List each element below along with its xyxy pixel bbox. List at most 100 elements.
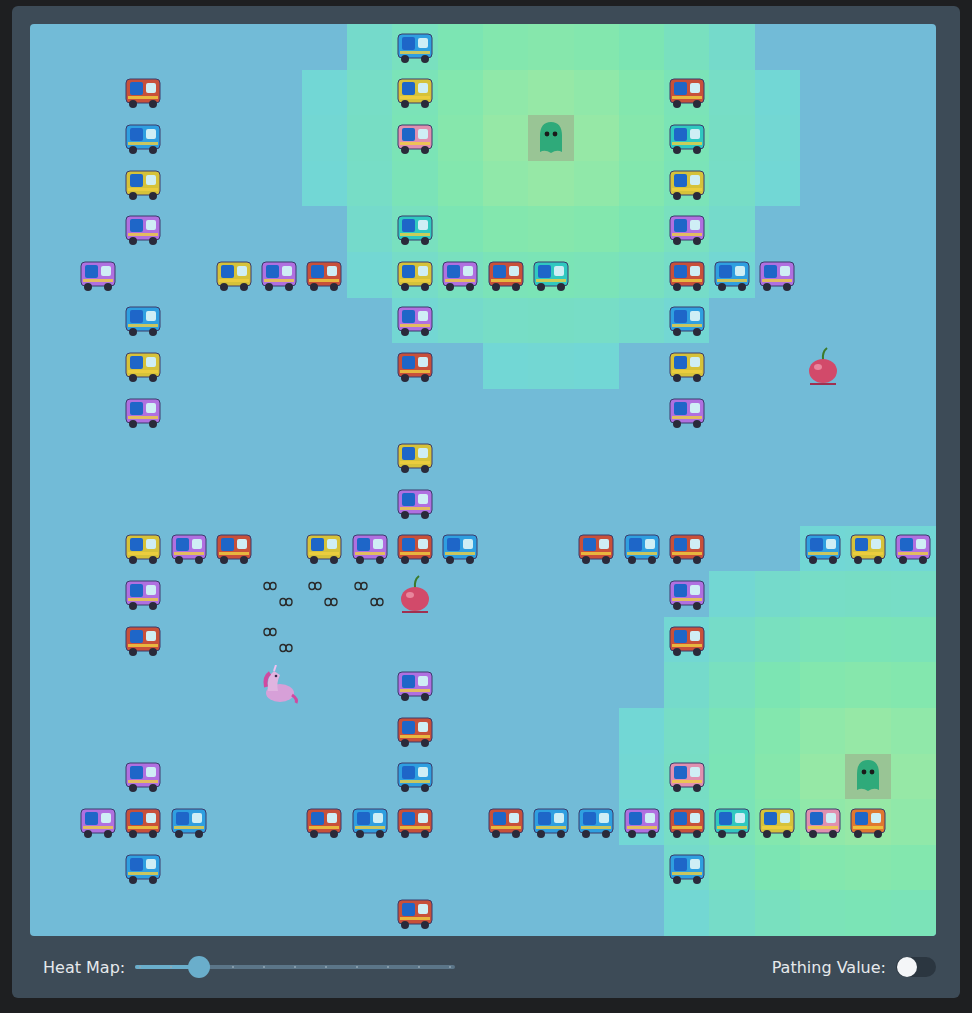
vehicle-icon [123,851,163,885]
unicorn-icon [258,665,300,705]
heat-cell [845,252,890,298]
vehicle-icon [667,851,707,885]
vehicle-icon [622,531,662,565]
heat-cell [619,252,664,298]
vehicle-icon [123,395,163,429]
vehicle-icon [395,531,435,565]
obstacle [121,526,166,572]
heat-cell [438,434,483,480]
heat-map-slider[interactable] [135,965,455,969]
heat-cell [166,70,211,116]
obstacle [121,298,166,344]
slider-thumb[interactable] [188,956,210,978]
vehicle-icon [395,75,435,109]
heat-cell [211,480,256,526]
heat-cell [483,434,528,480]
heat-cell [845,480,890,526]
heat-cell [256,24,301,70]
heat-cell [574,708,619,754]
vehicle-icon [486,805,526,839]
obstacle [392,480,437,526]
obstacle [664,115,709,161]
heat-cell [30,480,75,526]
heat-cell [302,161,347,207]
heat-cell [755,389,800,435]
heat-cell [302,890,347,936]
obstacle [121,115,166,161]
heat-cell [755,526,800,572]
heat-cell [75,24,120,70]
heat-cell [709,480,754,526]
heat-cell [800,845,845,891]
pathing-value-switch[interactable] [896,957,936,977]
heat-cell [121,708,166,754]
heat-cell [347,571,392,617]
heat-cell [483,70,528,116]
obstacle [392,890,437,936]
heat-cell [75,389,120,435]
path-step [302,571,347,617]
obstacle [121,389,166,435]
heat-cell [755,480,800,526]
heat-cell [528,754,573,800]
heat-cell [75,115,120,161]
heat-cell [845,571,890,617]
vehicle-icon [667,75,707,109]
heat-cell [891,662,936,708]
vehicle-icon [123,75,163,109]
heat-cell [574,70,619,116]
heat-cell [30,799,75,845]
heat-cell [438,480,483,526]
obstacle [664,252,709,298]
heat-cell [845,161,890,207]
heat-cell [75,298,120,344]
heat-cell [211,617,256,663]
heat-cell [528,343,573,389]
heat-cell [347,70,392,116]
obstacle [664,298,709,344]
heat-cell [438,617,483,663]
path-step [256,571,301,617]
obstacle [166,526,211,572]
vehicle-icon [395,714,435,748]
slider-tick [263,966,265,968]
heat-cell [30,571,75,617]
vehicle-icon [78,805,118,839]
heat-cell [755,571,800,617]
heat-cell [166,434,211,480]
heat-cell [166,389,211,435]
heat-cell [75,845,120,891]
vehicle-icon [757,258,797,292]
heat-cell [619,161,664,207]
vehicle-icon [667,577,707,611]
vehicle-icon [622,805,662,839]
heat-cell [528,70,573,116]
heat-cell [75,343,120,389]
vehicle-icon [123,531,163,565]
heat-cell [256,206,301,252]
heat-cell [30,890,75,936]
heat-cell [800,434,845,480]
vehicle-icon [395,805,435,839]
heat-cell [619,617,664,663]
heat-cell [709,845,754,891]
heat-cell [845,206,890,252]
obstacle [619,799,664,845]
vehicle-icon [395,440,435,474]
obstacle [664,617,709,663]
heat-cell [574,434,619,480]
heat-cell [664,24,709,70]
heat-cell [438,754,483,800]
heat-cell [438,890,483,936]
heat-cell [709,115,754,161]
vehicle-icon [440,258,480,292]
heat-cell [256,161,301,207]
obstacle [891,526,936,572]
heat-cell [709,571,754,617]
vehicle-icon [757,805,797,839]
heat-cell [755,70,800,116]
cherry-icon [806,346,840,386]
vehicle-icon [486,258,526,292]
heat-cell [438,708,483,754]
vehicle-icon [214,531,254,565]
